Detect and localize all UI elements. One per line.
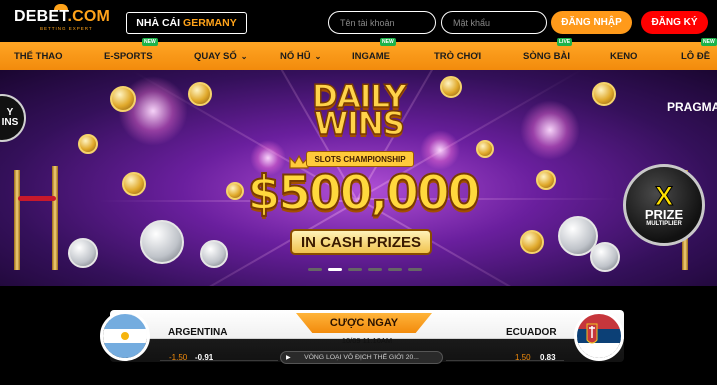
nav-item-label: TRÒ CHƠI — [434, 50, 482, 62]
register-button[interactable]: ĐĂNG KÝ — [641, 11, 708, 34]
argentina-flag-icon — [100, 311, 150, 361]
nav-item-jackpot[interactable]: NỔ HŨ ⌄ — [280, 42, 321, 70]
nav-item-label: E-SPORTS — [104, 50, 153, 62]
silver-coin-icon — [200, 240, 228, 268]
nav-item-games[interactable]: TRÒ CHƠI — [434, 42, 481, 70]
away-odds[interactable]: 0.83 — [540, 353, 556, 362]
nav-item-ingame[interactable]: INGAME NEW — [352, 38, 396, 70]
league-pill[interactable]: ▶ VÒNG LOẠI VÔ ĐỊCH THẾ GIỚI 20... — [280, 351, 443, 364]
firework-spark — [420, 130, 460, 170]
new-badge: NEW — [701, 38, 717, 46]
gold-coin-icon — [110, 86, 136, 112]
nav-item-lottery[interactable]: QUAY SỐ ⌄ — [194, 42, 247, 70]
velvet-rope — [18, 196, 56, 201]
site-logo[interactable]: DEBET.COM BETTING EXPERT — [14, 4, 111, 40]
prize-x: X — [654, 180, 673, 211]
nav-item-label: LÔ ĐỀ — [681, 50, 711, 62]
nav-item-label: SÒNG BÀI — [523, 50, 570, 62]
carousel-dot-active[interactable] — [328, 268, 342, 271]
serbia-flag-icon — [574, 311, 624, 361]
logo-main: DEBET — [14, 8, 68, 25]
brand-highlight: GERMANY — [183, 17, 237, 29]
logo-suffix: .COM — [67, 8, 111, 25]
carousel-dot[interactable] — [408, 268, 422, 271]
promo-banner[interactable]: Y INS PRAGMA DAILY WINS SLOTS CHAMPIONSH… — [0, 70, 717, 286]
rope-post — [14, 170, 20, 270]
page: DEBET.COM BETTING EXPERT NHÀ CÁI GERMANY… — [0, 0, 717, 385]
carousel-dot[interactable] — [308, 268, 322, 271]
nav-item-label: INGAME — [352, 50, 390, 62]
prize-word: PRIZE — [644, 206, 684, 222]
gold-coin-icon — [476, 140, 494, 158]
carousel-dots — [308, 268, 422, 272]
caret-left-icon: ▶ — [286, 355, 291, 361]
username-input[interactable]: Tên tài khoản — [328, 11, 436, 34]
nav-item-lode[interactable]: LÔ ĐỀ NEW — [681, 38, 717, 70]
username-placeholder: Tên tài khoản — [340, 17, 395, 28]
nav-item-label: THỂ THAO — [14, 50, 63, 62]
nav-item-casino[interactable]: SÒNG BÀI LIVE — [523, 38, 573, 70]
live-badge: LIVE — [557, 38, 573, 46]
login-button[interactable]: ĐĂNG NHẬP — [551, 11, 632, 34]
gold-coin-icon — [188, 82, 212, 106]
nav-item-label: KENO — [610, 50, 638, 62]
prize-multiplier-badge: X PRIZE MULTIPLIER — [623, 164, 705, 246]
password-input[interactable]: Mật khẩu — [441, 11, 547, 34]
gold-coin-icon — [440, 76, 462, 98]
rope-post — [52, 166, 58, 270]
banner-cta[interactable]: IN CASH PRIZES — [290, 229, 432, 255]
main-nav: THỂ THAO E-SPORTS NEW QUAY SỐ ⌄ NỔ HŨ ⌄ … — [0, 38, 717, 70]
site-header: DEBET.COM BETTING EXPERT NHÀ CÁI GERMANY… — [0, 0, 717, 42]
firework-spark — [520, 100, 580, 160]
chevron-down-icon: ⌄ — [314, 51, 322, 61]
partner-logo-left: Y INS — [0, 94, 26, 142]
banner-amount: $500,000 — [247, 165, 482, 222]
gold-coin-icon — [536, 170, 556, 190]
brand-prefix: NHÀ CÁI — [136, 17, 181, 29]
chevron-down-icon: ⌄ — [240, 51, 248, 61]
gold-coin-icon — [78, 134, 98, 154]
nav-item-keno[interactable]: KENO — [610, 42, 637, 70]
match-datetime: 10/09 11:10AM — [341, 336, 393, 345]
nav-item-label: QUAY SỐ — [194, 50, 237, 62]
prize-multiplier: MULTIPLIER — [646, 220, 682, 227]
gold-coin-icon — [122, 172, 146, 196]
silver-coin-icon — [140, 220, 184, 264]
logo-arc — [54, 4, 68, 10]
away-handicap[interactable]: 1.50 — [515, 353, 531, 362]
home-odds[interactable]: -0.91 — [195, 353, 213, 362]
carousel-dot[interactable] — [388, 268, 402, 271]
silver-coin-icon — [590, 242, 620, 272]
password-placeholder: Mật khẩu — [453, 17, 491, 28]
banner-headline: DAILY WINS — [311, 79, 407, 142]
silver-coin-icon — [68, 238, 98, 268]
carousel-dot[interactable] — [348, 268, 362, 271]
new-badge: NEW — [380, 38, 396, 46]
gold-coin-icon — [520, 230, 544, 254]
banner-subtitle: SLOTS CHAMPIONSHIP — [306, 151, 414, 167]
logo-tagline: BETTING EXPERT — [40, 26, 93, 31]
carousel-dot[interactable] — [368, 268, 382, 271]
new-badge: NEW — [142, 38, 158, 46]
partner-name: PRAGMA — [667, 100, 717, 114]
nav-item-sports[interactable]: THỂ THAO — [14, 42, 63, 70]
nav-item-label: NỔ HŨ — [280, 50, 311, 62]
league-name: VÒNG LOẠI VÔ ĐỊCH THẾ GIỚI 20... — [304, 354, 419, 361]
home-team-name: ARGENTINA — [168, 327, 228, 338]
bet-now-button[interactable]: CƯỢC NGAY — [296, 313, 432, 333]
gold-coin-icon — [592, 82, 616, 106]
home-handicap[interactable]: -1.50 — [169, 353, 187, 362]
away-team-name: ECUADOR — [506, 327, 557, 338]
nav-item-esports[interactable]: E-SPORTS NEW — [104, 38, 158, 70]
brand-badge[interactable]: NHÀ CÁI GERMANY — [126, 12, 247, 34]
